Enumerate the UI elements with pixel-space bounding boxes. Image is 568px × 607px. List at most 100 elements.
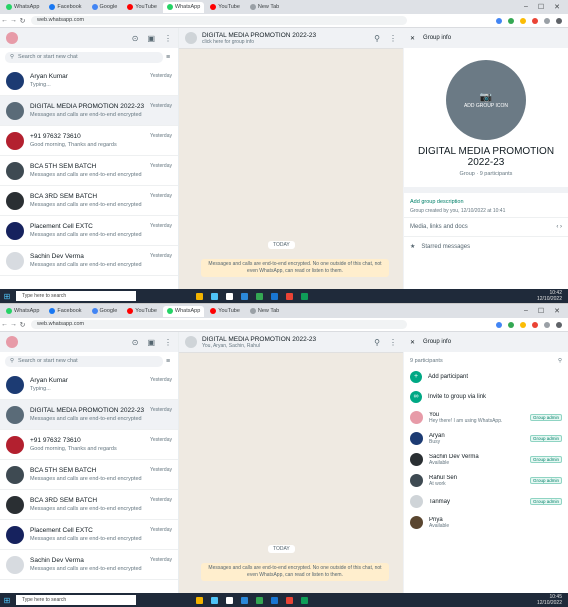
extension-icon[interactable]	[520, 321, 526, 328]
search-input[interactable]: ⚲ Search or start new chat	[5, 355, 163, 367]
extension-icon[interactable]	[520, 17, 526, 24]
participant-item[interactable]: Tanmay Group admin	[404, 491, 568, 512]
minimize-icon[interactable]: –	[524, 3, 528, 11]
chat-list-item[interactable]: Placement Cell EXTC Yesterday Messages and…	[0, 216, 178, 246]
taskbar-app-icon[interactable]	[211, 292, 218, 300]
taskbar-app-icon[interactable]	[211, 596, 218, 604]
chat-list-item[interactable]: +91 97632 73610 Yesterday Good morning, Th…	[0, 430, 178, 460]
extension-icon[interactable]	[508, 17, 514, 24]
chat-list-item[interactable]: Sachin Dev Verma Yesterday Messages and ca…	[0, 246, 178, 276]
participant-item[interactable]: You Hey there! I am using WhatsApp. Group …	[404, 407, 568, 428]
group-avatar[interactable]	[185, 336, 197, 348]
browser-tab[interactable]: Facebook	[45, 2, 85, 13]
menu-icon[interactable]: ⋮	[389, 34, 397, 43]
taskbar-search[interactable]: Type here to search	[16, 291, 136, 301]
chat-list-item[interactable]: +91 97632 73610 Yesterday Good morning, Th…	[0, 126, 178, 156]
browser-tab[interactable]: WhatsApp	[162, 1, 205, 13]
forward-icon[interactable]: →	[9, 321, 18, 328]
windows-start-icon[interactable]: ⊞	[0, 593, 14, 607]
close-icon[interactable]: ✕	[554, 307, 560, 315]
close-icon[interactable]: ✕	[410, 339, 415, 346]
extension-icon[interactable]	[556, 321, 562, 328]
search-icon[interactable]: ⚲	[374, 338, 380, 347]
conversation-header[interactable]: DIGITAL MEDIA PROMOTION 2022-23 You, Arya…	[179, 332, 403, 353]
forward-icon[interactable]: →	[9, 17, 18, 24]
invite-link-button[interactable]: ∞ Invite to group via link	[404, 387, 568, 407]
chat-list-item[interactable]: DIGITAL MEDIA PROMOTION 2022-23 Yesterday…	[0, 400, 178, 430]
close-icon[interactable]: ✕	[554, 3, 560, 11]
taskbar-app-icon[interactable]	[301, 596, 308, 604]
taskbar-app-icon[interactable]	[256, 596, 263, 604]
browser-tab[interactable]: New Tab	[246, 2, 283, 13]
maximize-icon[interactable]: ☐	[538, 307, 544, 315]
menu-icon[interactable]: ⋮	[164, 34, 172, 43]
extension-icon[interactable]	[532, 321, 538, 328]
participant-item[interactable]: Priya Available	[404, 512, 568, 533]
filter-icon[interactable]: ≡	[163, 54, 173, 61]
browser-tab[interactable]: WhatsApp	[2, 2, 43, 13]
close-icon[interactable]: ✕	[410, 35, 415, 42]
browser-tab[interactable]: WhatsApp	[2, 306, 43, 317]
windows-start-icon[interactable]: ⊞	[0, 289, 14, 303]
back-icon[interactable]: ←	[0, 321, 9, 328]
avatar[interactable]	[6, 336, 18, 348]
browser-tab[interactable]: YouTube	[206, 2, 244, 13]
conversation-header[interactable]: DIGITAL MEDIA PROMOTION 2022-23 click her…	[179, 28, 403, 49]
search-icon[interactable]: ⚲	[374, 34, 380, 43]
taskbar-app-icon[interactable]	[271, 292, 278, 300]
taskbar-app-icon[interactable]	[286, 596, 293, 604]
starred-messages-row[interactable]: ★ Starred messages	[404, 236, 568, 256]
new-chat-icon[interactable]: ▣	[147, 34, 155, 43]
extension-icon[interactable]	[556, 17, 562, 24]
browser-tab[interactable]: Facebook	[45, 306, 85, 317]
taskbar-app-icon[interactable]	[196, 292, 203, 300]
taskbar-app-icon[interactable]	[241, 292, 248, 300]
reload-icon[interactable]: ↻	[18, 321, 27, 329]
taskbar-search[interactable]: Type here to search	[16, 595, 136, 605]
menu-icon[interactable]: ⋮	[164, 338, 172, 347]
communities-icon[interactable]: ⊙	[132, 34, 139, 43]
browser-tab[interactable]: Google	[88, 2, 122, 13]
browser-tab[interactable]: YouTube	[206, 306, 244, 317]
avatar[interactable]	[6, 32, 18, 44]
participant-item[interactable]: Aryan Busy Group admin	[404, 428, 568, 449]
extension-icon[interactable]	[544, 321, 550, 328]
filter-icon[interactable]: ≡	[163, 358, 173, 365]
minimize-icon[interactable]: –	[524, 307, 528, 315]
browser-tab[interactable]: New Tab	[246, 306, 283, 317]
chat-list-item[interactable]: BCA 5TH SEM BATCH Yesterday Messages and c…	[0, 460, 178, 490]
browser-tab[interactable]: YouTube	[123, 306, 161, 317]
taskbar-app-icon[interactable]	[256, 292, 263, 300]
taskbar-app-icon[interactable]	[196, 596, 203, 604]
taskbar-app-icon[interactable]	[226, 596, 233, 604]
chat-list-item[interactable]: BCA 3RD SEM BATCH Yesterday Messages and c…	[0, 186, 178, 216]
taskbar-app-icon[interactable]	[226, 292, 233, 300]
search-icon[interactable]: ⚲	[558, 358, 562, 364]
menu-icon[interactable]: ⋮	[389, 338, 397, 347]
extension-icon[interactable]	[508, 321, 514, 328]
encryption-notice[interactable]: Messages and calls are end-to-end encryp…	[201, 259, 389, 277]
maximize-icon[interactable]: ☐	[538, 3, 544, 11]
extension-icon[interactable]	[496, 321, 502, 328]
search-input[interactable]: ⚲ Search or start new chat	[5, 51, 163, 63]
chat-list-item[interactable]: Aryan Kumar Yesterday Typing...	[0, 66, 178, 96]
chat-list-item[interactable]: Aryan Kumar Yesterday Typing...	[0, 370, 178, 400]
communities-icon[interactable]: ⊙	[132, 338, 139, 347]
url-field[interactable]: web.whatsapp.com	[31, 320, 407, 329]
taskbar-app-icon[interactable]	[301, 292, 308, 300]
reload-icon[interactable]: ↻	[18, 17, 27, 25]
group-avatar[interactable]	[185, 32, 197, 44]
chat-list-item[interactable]: BCA 5TH SEM BATCH Yesterday Messages and c…	[0, 156, 178, 186]
chat-list-item[interactable]: Sachin Dev Verma Yesterday Messages and ca…	[0, 550, 178, 580]
chat-list-item[interactable]: Placement Cell EXTC Yesterday Messages and…	[0, 520, 178, 550]
taskbar-app-icon[interactable]	[271, 596, 278, 604]
extension-icon[interactable]	[496, 17, 502, 24]
new-chat-icon[interactable]: ▣	[147, 338, 155, 347]
add-description-link[interactable]: Add group description	[410, 199, 562, 205]
extension-icon[interactable]	[544, 17, 550, 24]
participant-item[interactable]: Rahul Sen At work Group admin	[404, 470, 568, 491]
encryption-notice[interactable]: Messages and calls are end-to-end encryp…	[201, 563, 389, 581]
browser-tab[interactable]: Google	[88, 306, 122, 317]
browser-tab[interactable]: YouTube	[123, 2, 161, 13]
back-icon[interactable]: ←	[0, 17, 9, 24]
